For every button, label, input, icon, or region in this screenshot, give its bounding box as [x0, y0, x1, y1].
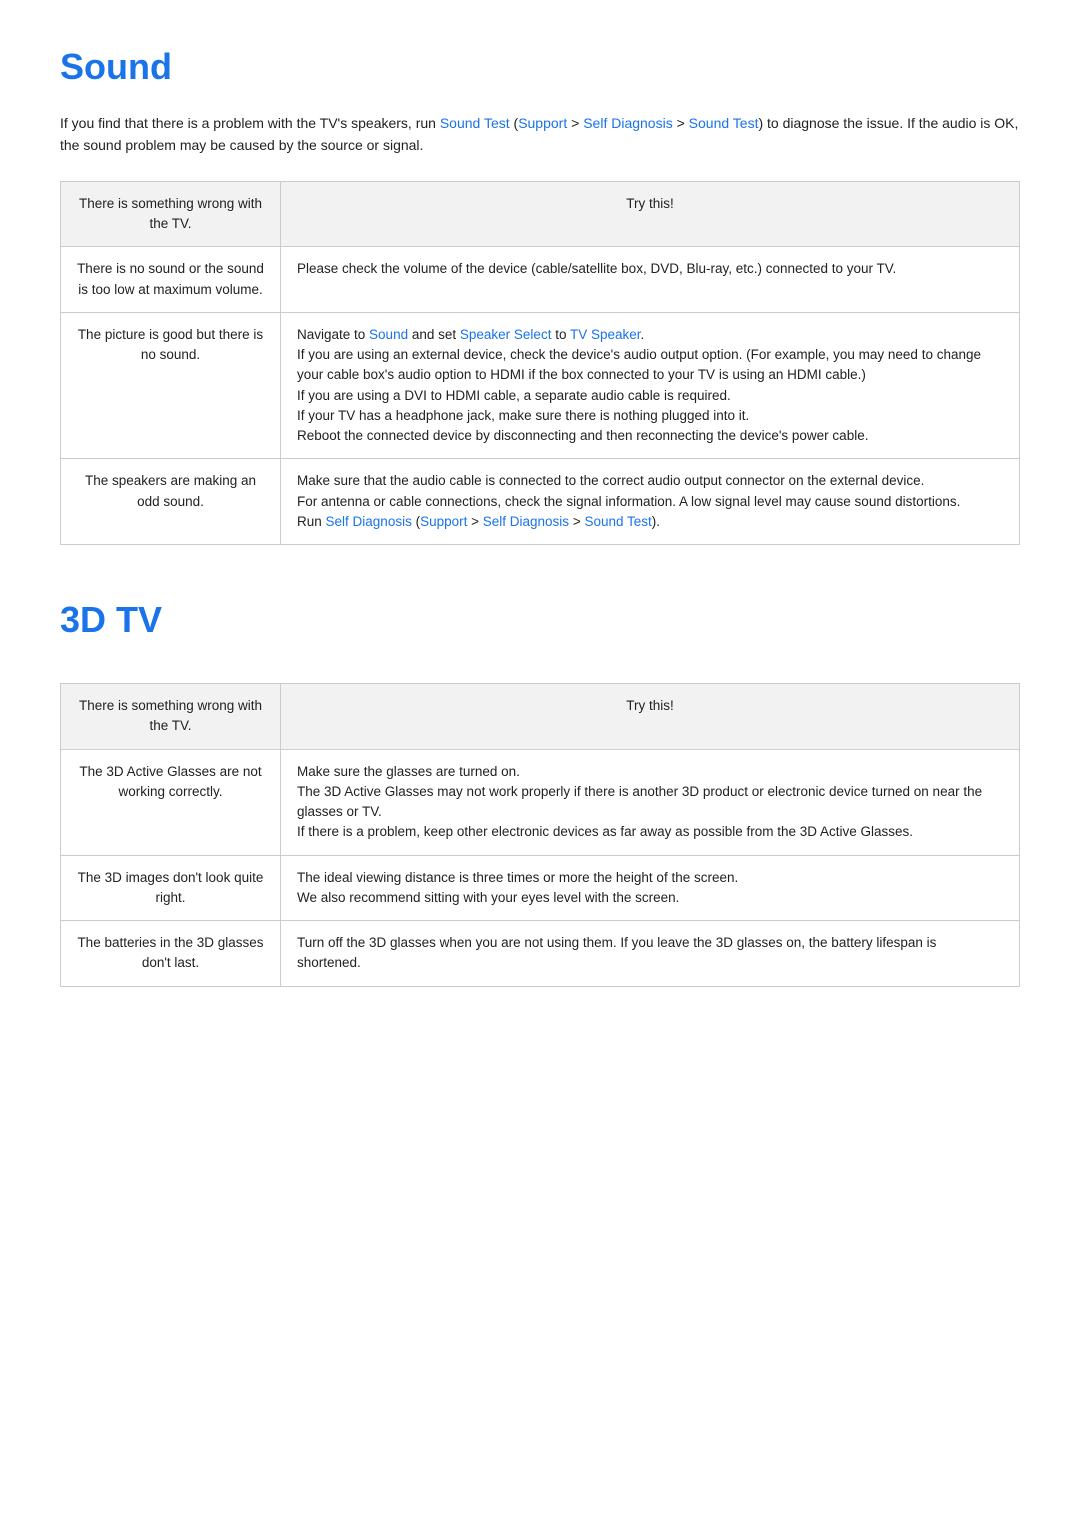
table-row: There is no sound or the sound is too lo… [61, 247, 1020, 313]
sound-col1-header: There is something wrong with the TV. [61, 181, 281, 247]
sound-intro: If you find that there is a problem with… [60, 112, 1020, 157]
table-row: The picture is good but there is no soun… [61, 312, 1020, 459]
tv3d-table: There is something wrong with the TV. Tr… [60, 683, 1020, 987]
sound-col2-header: Try this! [281, 181, 1020, 247]
solution-picture-good: Navigate to Sound and set Speaker Select… [281, 312, 1020, 459]
solution-batteries: Turn off the 3D glasses when you are not… [281, 921, 1020, 987]
arrow-2: > [673, 115, 689, 131]
solution-glasses-not-working: Make sure the glasses are turned on. The… [281, 749, 1020, 855]
table-row: The 3D images don't look quite right. Th… [61, 855, 1020, 921]
sound-test-link-3[interactable]: Sound Test [584, 514, 651, 529]
sound-link[interactable]: Sound [369, 327, 408, 342]
intro-paren-open: ( [510, 115, 519, 131]
sound-test-link-1[interactable]: Sound Test [440, 115, 510, 131]
problem-odd-sound: The speakers are making an odd sound. [61, 459, 281, 545]
self-diagnosis-link-1[interactable]: Self Diagnosis [583, 115, 673, 131]
speaker-select-link[interactable]: Speaker Select [460, 327, 552, 342]
intro-text-1: If you find that there is a problem with… [60, 115, 440, 131]
tv3d-title: 3D TV [60, 593, 1020, 647]
support-link-2[interactable]: Support [420, 514, 467, 529]
solution-images-wrong: The ideal viewing distance is three time… [281, 855, 1020, 921]
solution-no-sound: Please check the volume of the device (c… [281, 247, 1020, 313]
table-row: The batteries in the 3D glasses don't la… [61, 921, 1020, 987]
solution-odd-sound: Make sure that the audio cable is connec… [281, 459, 1020, 545]
sound-table: There is something wrong with the TV. Tr… [60, 181, 1020, 545]
problem-batteries: The batteries in the 3D glasses don't la… [61, 921, 281, 987]
problem-images-wrong: The 3D images don't look quite right. [61, 855, 281, 921]
support-link[interactable]: Support [518, 115, 567, 131]
problem-picture-good: The picture is good but there is no soun… [61, 312, 281, 459]
tv3d-col2-header: Try this! [281, 684, 1020, 750]
sound-title: Sound [60, 40, 1020, 94]
table-row: The speakers are making an odd sound. Ma… [61, 459, 1020, 545]
self-diagnosis-link-3[interactable]: Self Diagnosis [483, 514, 569, 529]
tv-speaker-link[interactable]: TV Speaker [570, 327, 641, 342]
arrow-1: > [567, 115, 583, 131]
tv3d-col1-header: There is something wrong with the TV. [61, 684, 281, 750]
table-row: The 3D Active Glasses are not working co… [61, 749, 1020, 855]
problem-glasses-not-working: The 3D Active Glasses are not working co… [61, 749, 281, 855]
self-diagnosis-link-2[interactable]: Self Diagnosis [326, 514, 412, 529]
sound-test-link-2[interactable]: Sound Test [689, 115, 759, 131]
problem-no-sound: There is no sound or the sound is too lo… [61, 247, 281, 313]
